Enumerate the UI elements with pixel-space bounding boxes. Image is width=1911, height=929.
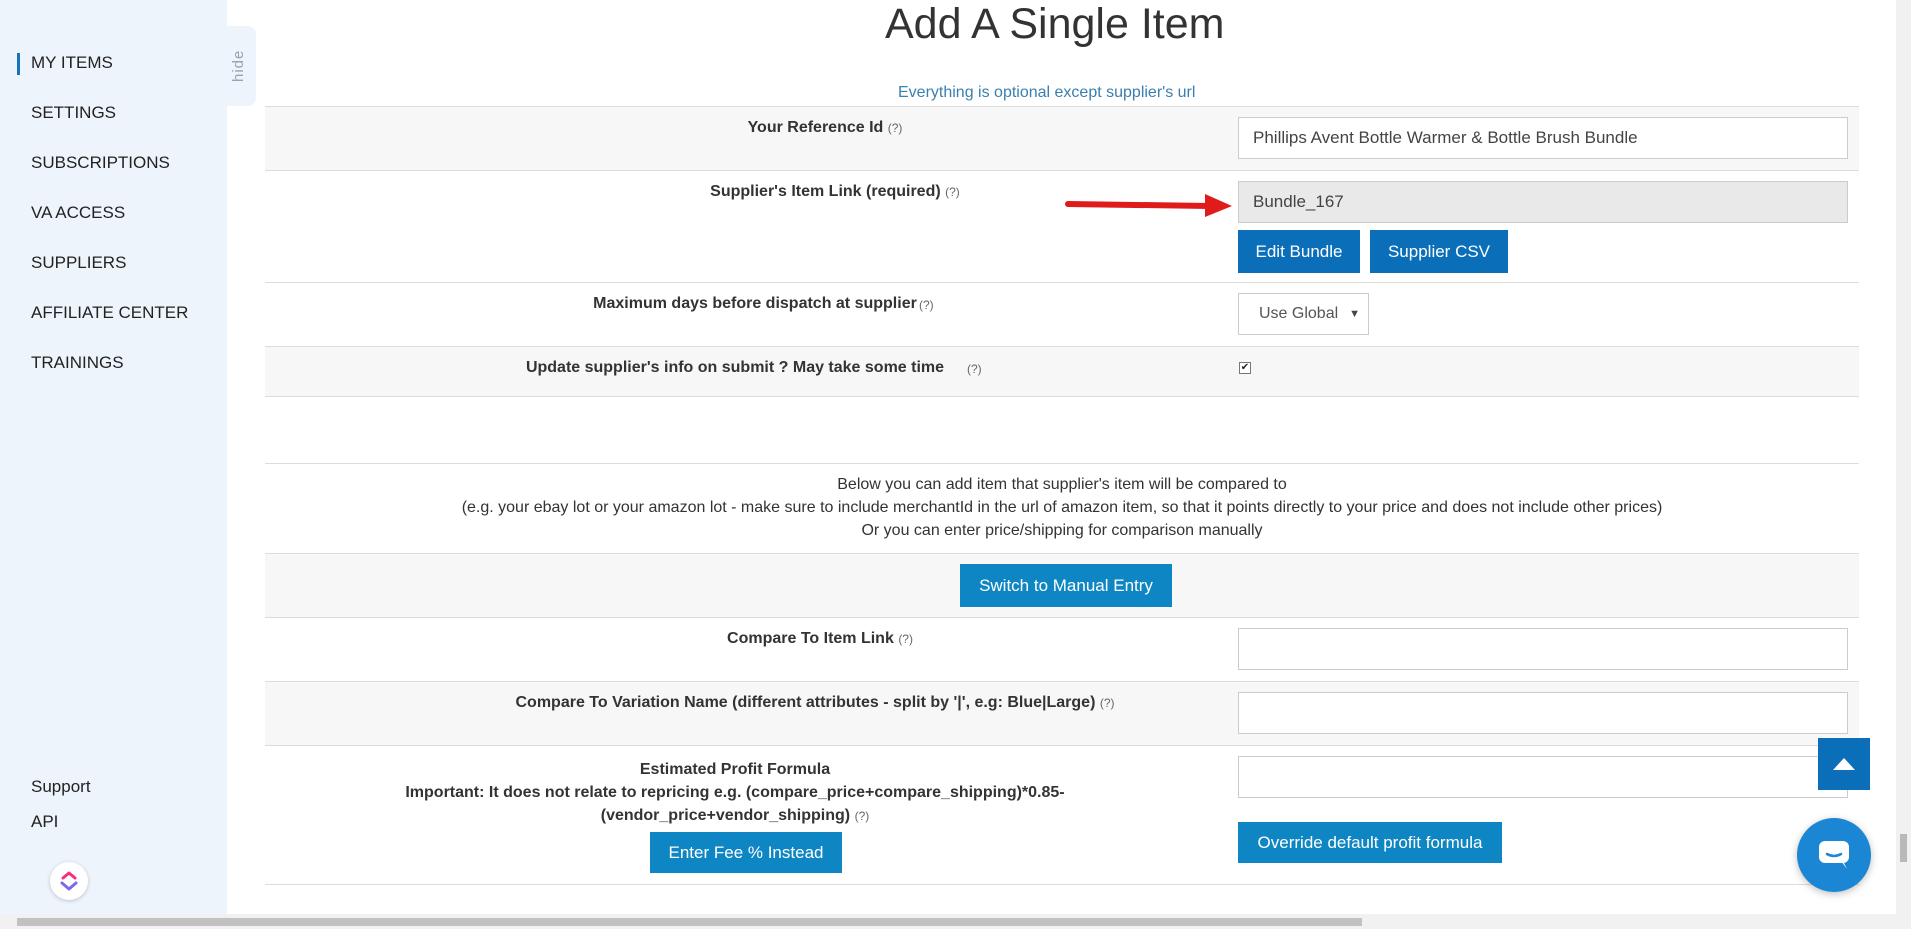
supplier-link-label: Supplier's Item Link (required) (?) <box>565 183 1105 201</box>
support-link[interactable]: Support <box>31 777 91 797</box>
profit-formula-note-line2: (vendor_price+vendor_shipping) <box>600 807 851 824</box>
sidebar-item-settings[interactable]: SETTINGS <box>31 103 116 123</box>
enter-fee-percent-button[interactable]: Enter Fee % Instead <box>650 832 842 873</box>
chat-widget-button[interactable] <box>1797 818 1871 892</box>
supplier-csv-button[interactable]: Supplier CSV <box>1370 230 1508 273</box>
sidebar-item-suppliers[interactable]: SUPPLIERS <box>31 253 126 273</box>
update-info-checkbox[interactable]: ✔ <box>1239 362 1251 374</box>
compare-link-input[interactable] <box>1238 628 1848 670</box>
nav-active-indicator <box>17 53 20 75</box>
reference-id-label: Your Reference Id (?) <box>655 119 995 137</box>
profit-formula-title: Estimated Profit Formula <box>639 761 831 778</box>
max-days-row: Maximum days before dispatch at supplier… <box>265 282 1859 346</box>
help-icon[interactable]: (?) <box>888 121 903 135</box>
help-icon[interactable]: (?) <box>1100 696 1115 710</box>
switch-manual-entry-button[interactable]: Switch to Manual Entry <box>960 564 1172 607</box>
red-arrow-annotation <box>1065 194 1232 217</box>
chat-icon <box>1819 841 1849 869</box>
sidebar-item-subscriptions[interactable]: SUBSCRIPTIONS <box>31 153 170 173</box>
update-info-row: Update supplier's info on submit ? May t… <box>265 346 1859 396</box>
spacer-row <box>265 396 1859 464</box>
clickup-logo-icon[interactable] <box>50 862 88 900</box>
sidebar-item-va-access[interactable]: VA ACCESS <box>31 203 125 223</box>
profit-formula-note-line1: Important: It does not relate to reprici… <box>405 784 1065 801</box>
compare-info-line3: Or you can enter price/shipping for comp… <box>861 522 1263 539</box>
help-icon[interactable]: (?) <box>967 362 982 376</box>
profit-formula-input[interactable] <box>1238 756 1848 798</box>
help-icon[interactable]: (?) <box>898 632 913 646</box>
clickup-logo-icon-svg <box>60 871 78 891</box>
compare-info-line2: (e.g. your ebay lot or your amazon lot -… <box>461 499 1663 516</box>
override-profit-formula-button[interactable]: Override default profit formula <box>1238 822 1502 863</box>
scroll-to-top-button[interactable] <box>1818 738 1870 790</box>
edit-bundle-button[interactable]: Edit Bundle <box>1238 230 1360 273</box>
api-link[interactable]: API <box>31 812 58 832</box>
compare-variation-input[interactable] <box>1238 692 1848 734</box>
horizontal-scrollbar[interactable] <box>0 914 1896 929</box>
sidebar-hide-toggle[interactable]: hide <box>226 26 256 106</box>
compare-info-line1: Below you can add item that supplier's i… <box>837 476 1287 493</box>
vertical-scrollbar-thumb[interactable] <box>1900 834 1907 862</box>
profit-formula-label: Estimated Profit Formula Important: It d… <box>375 758 1095 828</box>
compare-variation-label-text: Compare To Variation Name (different att… <box>515 694 1096 711</box>
help-icon[interactable]: (?) <box>945 185 960 199</box>
chevron-down-icon: ▼ <box>1349 308 1360 320</box>
update-info-label: Update supplier's info on submit ? May t… <box>525 359 945 376</box>
help-icon[interactable]: (?) <box>919 298 934 312</box>
page-title: Add A Single Item <box>885 0 1225 48</box>
supplier-link-label-text: Supplier's Item Link (required) <box>710 183 941 200</box>
hide-label: hide <box>230 49 247 82</box>
help-icon[interactable]: (?) <box>855 809 870 823</box>
page-subtitle: Everything is optional except supplier's… <box>898 84 1196 101</box>
horizontal-scrollbar-thumb[interactable] <box>17 918 1362 926</box>
compare-link-label-text: Compare To Item Link <box>727 630 894 647</box>
sidebar: MY ITEMS SETTINGS SUBSCRIPTIONS VA ACCES… <box>0 0 227 929</box>
vertical-scrollbar[interactable] <box>1896 0 1911 929</box>
sidebar-item-my-items[interactable]: MY ITEMS <box>31 53 113 73</box>
sidebar-item-affiliate-center[interactable]: AFFILIATE CENTER <box>31 303 188 323</box>
max-days-select-value: Use Global <box>1259 305 1339 322</box>
reference-id-input[interactable]: Phillips Avent Bottle Warmer & Bottle Br… <box>1238 117 1848 159</box>
supplier-link-input[interactable]: Bundle_167 <box>1238 181 1848 223</box>
compare-link-label: Compare To Item Link (?) <box>565 630 1075 648</box>
max-days-select[interactable]: Use Global ▼ <box>1238 293 1369 335</box>
reference-id-label-text: Your Reference Id <box>747 119 884 136</box>
sidebar-item-trainings[interactable]: TRAININGS <box>31 353 124 373</box>
compare-variation-label: Compare To Variation Name (different att… <box>345 694 1285 712</box>
